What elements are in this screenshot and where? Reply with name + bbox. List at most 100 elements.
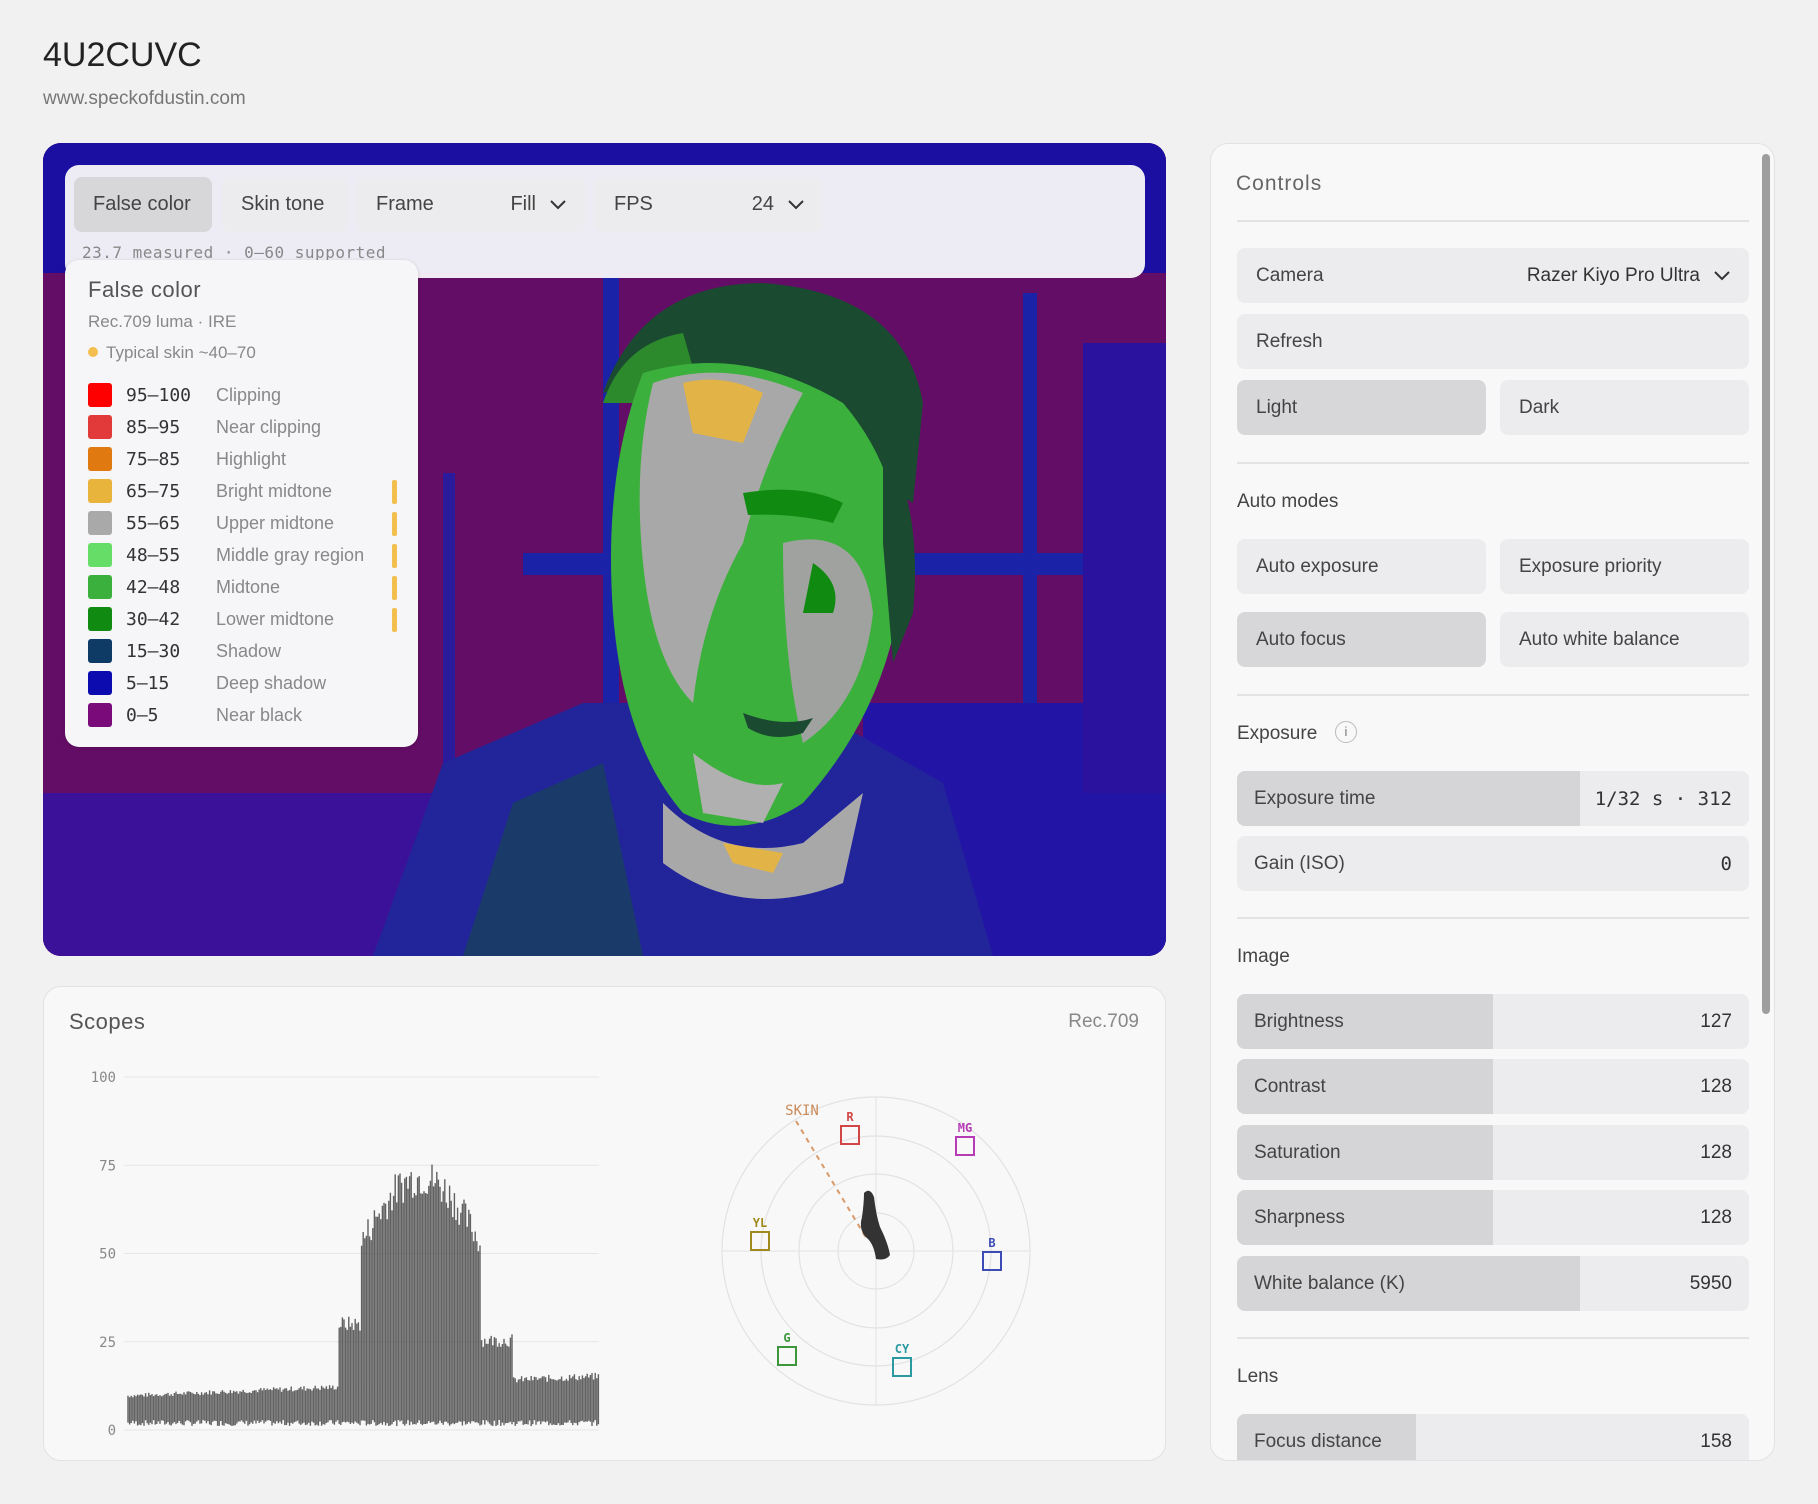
refresh-button[interactable]: Refresh <box>1237 314 1749 369</box>
slider-label: Gain (ISO) <box>1254 853 1345 874</box>
legend-row: 0–5 Near black <box>88 699 398 731</box>
divider <box>1237 1337 1749 1339</box>
waveform-tick-label: 50 <box>99 1247 116 1263</box>
auto-white-balance-button[interactable]: Auto white balance <box>1500 612 1749 667</box>
color-swatch <box>88 703 112 727</box>
gain-slider[interactable]: Gain (ISO) 0 <box>1237 836 1749 891</box>
legend-range: 30–42 <box>126 609 181 630</box>
exposure-time-slider[interactable]: Exposure time 1/32 s · 312 <box>1237 771 1749 826</box>
fps-value: 24 <box>751 193 774 215</box>
skin-tone-label: Skin tone <box>241 193 325 215</box>
light-label: Light <box>1256 396 1298 418</box>
skin-range-marker <box>392 576 397 600</box>
slider-label: White balance (K) <box>1254 1273 1406 1294</box>
slider-value: 128 <box>1700 1142 1732 1163</box>
legend-label: Near black <box>216 705 303 725</box>
vectorscope-target <box>982 1251 1002 1271</box>
camera-label: Camera <box>1256 264 1324 286</box>
waveform-trace <box>127 1164 600 1426</box>
legend-row: 75–85 Highlight <box>88 443 398 475</box>
slider-value: 128 <box>1700 1207 1732 1228</box>
slider-label: Contrast <box>1254 1076 1326 1097</box>
vectorscope-target-label: R <box>846 1110 854 1124</box>
refresh-label: Refresh <box>1256 330 1323 352</box>
camera-viewer[interactable]: False color Skin tone Frame Fill FPS 24 … <box>43 143 1166 956</box>
app-title: 4U2CUVC <box>43 36 202 74</box>
legend-row: 15–30 Shadow <box>88 635 398 667</box>
sharpness-slider[interactable]: Sharpness 128 <box>1237 1190 1749 1245</box>
exposure-priority-button[interactable]: Exposure priority <box>1500 539 1749 594</box>
legend-row: 55–65 Upper midtone <box>88 507 398 539</box>
dark-label: Dark <box>1519 396 1560 418</box>
legend-label: Deep shadow <box>216 673 327 693</box>
scopes-panel: Scopes Rec.709 100 75 50 25 0 R MG B CY G YL SKIN <box>43 986 1166 1461</box>
color-swatch <box>88 479 112 503</box>
legend-range: 15–30 <box>126 641 181 662</box>
legend-label: Clipping <box>216 385 282 405</box>
camera-select[interactable]: Camera Razer Kiyo Pro Ultra <box>1237 248 1749 303</box>
light-theme-button[interactable]: Light <box>1237 380 1486 435</box>
focus-distance-slider[interactable]: Focus distance 158 <box>1237 1414 1749 1460</box>
dark-theme-button[interactable]: Dark <box>1500 380 1749 435</box>
vectorscope: R MG B CY G YL SKIN <box>721 1096 1031 1406</box>
lens-heading: Lens <box>1237 1366 1279 1387</box>
legend-range: 65–75 <box>126 481 181 502</box>
skin-dot-icon <box>88 347 98 357</box>
auto-exposure-button[interactable]: Auto exposure <box>1237 539 1486 594</box>
legend-range: 42–48 <box>126 577 181 598</box>
vectorscope-target-label: YL <box>753 1216 767 1230</box>
camera-value: Razer Kiyo Pro Ultra <box>1526 264 1700 286</box>
legend-label: Highlight <box>216 449 287 469</box>
legend-label: Middle gray region <box>216 545 365 565</box>
legend-range: 85–95 <box>126 417 181 438</box>
slider-value: 128 <box>1700 1076 1732 1097</box>
waveform-tick-label: 0 <box>108 1423 116 1439</box>
legend-label: Bright midtone <box>216 481 333 501</box>
skin-range-marker <box>392 512 397 536</box>
vectorscope-target <box>955 1136 975 1156</box>
auto-white-balance-label: Auto white balance <box>1519 628 1680 650</box>
vectorscope-target-label: MG <box>958 1121 972 1135</box>
false-color-button[interactable]: False color <box>74 177 212 232</box>
legend-skin-note: Typical skin ~40–70 <box>88 343 256 363</box>
divider <box>1237 220 1749 222</box>
skin-range-marker <box>392 608 397 632</box>
vectorscope-target-label: G <box>783 1331 790 1345</box>
fps-select[interactable]: FPS 24 <box>595 177 823 232</box>
slider-value: 1/32 s · 312 <box>1594 788 1732 810</box>
chevron-down-icon <box>550 197 566 213</box>
skin-note-text: Typical skin ~40–70 <box>106 343 256 362</box>
frame-select[interactable]: Frame Fill <box>357 177 585 232</box>
legend-range: 0–5 <box>126 705 159 726</box>
controls-scrollbar[interactable] <box>1762 154 1770 1014</box>
divider <box>1237 694 1749 696</box>
slider-label: Exposure time <box>1254 788 1376 809</box>
vectorscope-target <box>892 1357 912 1377</box>
slider-label: Brightness <box>1254 1011 1344 1032</box>
skin-tone-button[interactable]: Skin tone <box>222 177 347 232</box>
white-balance-slider[interactable]: White balance (K) 5950 <box>1237 1256 1749 1311</box>
legend-row: 5–15 Deep shadow <box>88 667 398 699</box>
vectorscope-target <box>750 1231 770 1251</box>
contrast-slider[interactable]: Contrast 128 <box>1237 1059 1749 1114</box>
color-swatch <box>88 639 112 663</box>
skin-tone-line <box>795 1120 869 1242</box>
false-color-label: False color <box>93 193 191 215</box>
legend-row: 30–42 Lower midtone <box>88 603 398 635</box>
legend-row: 42–48 Midtone <box>88 571 398 603</box>
waveform-tick-label: 100 <box>91 1070 116 1086</box>
brightness-slider[interactable]: Brightness 127 <box>1237 994 1749 1049</box>
legend-row: 95–100 Clipping <box>88 379 398 411</box>
legend-label: Near clipping <box>216 417 322 437</box>
saturation-slider[interactable]: Saturation 128 <box>1237 1125 1749 1180</box>
info-icon[interactable]: i <box>1335 721 1357 743</box>
legend-label: Midtone <box>216 577 281 597</box>
slider-value: 5950 <box>1689 1273 1732 1294</box>
app-url: www.speckofdustin.com <box>43 88 246 109</box>
auto-focus-button[interactable]: Auto focus <box>1237 612 1486 667</box>
color-swatch <box>88 415 112 439</box>
divider <box>1237 917 1749 919</box>
color-swatch <box>88 607 112 631</box>
legend-range: 48–55 <box>126 545 181 566</box>
slider-value: 127 <box>1700 1011 1732 1032</box>
